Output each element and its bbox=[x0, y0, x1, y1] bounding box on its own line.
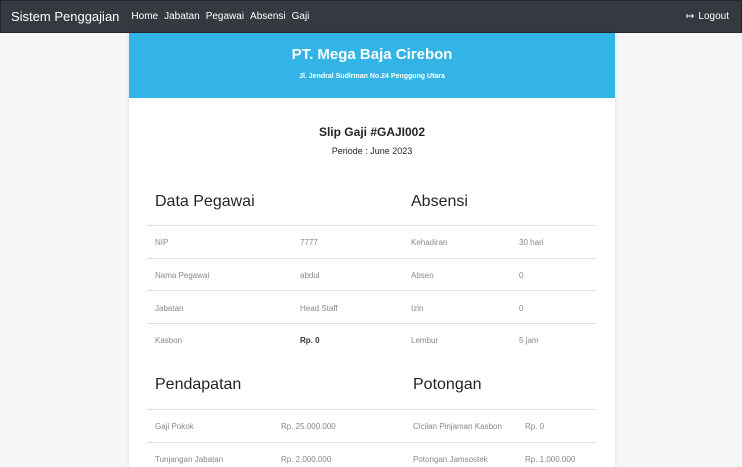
potongan-row-value: Rp. 0 bbox=[525, 422, 545, 431]
payslip-card: PT. Mega Baja Cirebon Jl. Jendral Sudirm… bbox=[129, 33, 615, 467]
divider bbox=[147, 290, 596, 291]
company-address: Jl. Jendral Sudirman No.24 Penggung Utar… bbox=[299, 73, 445, 80]
pegawai-row-label: Kasbon bbox=[155, 336, 183, 345]
nav-link-absensi[interactable]: Absensi bbox=[250, 11, 286, 22]
company-name: PT. Mega Baja Cirebon bbox=[291, 46, 453, 63]
logout-icon: ↦ bbox=[686, 11, 695, 22]
navbar: Sistem Penggajian Home Jabatan Pegawai A… bbox=[0, 0, 742, 33]
potongan-row-label: Potongan Jamsostek bbox=[413, 455, 488, 464]
pegawai-row-value: 7777 bbox=[300, 238, 318, 247]
logout-button[interactable]: ↦ Logout bbox=[686, 1, 729, 32]
divider bbox=[147, 442, 596, 443]
nav-link-pegawai[interactable]: Pegawai bbox=[206, 11, 244, 22]
divider bbox=[147, 409, 596, 410]
pendapatan-row-label: Gaji Pokok bbox=[155, 422, 194, 431]
nav-link-gaji[interactable]: Gaji bbox=[292, 11, 310, 22]
absensi-row-value: 0 bbox=[519, 304, 524, 313]
absensi-row-label: Absen bbox=[411, 271, 434, 280]
absensi-row-label: Kehadiran bbox=[411, 238, 448, 247]
potongan-row-value: Rp. 1.000.000 bbox=[525, 455, 576, 464]
pendapatan-row-label: Tunjangan Jabatan bbox=[155, 455, 224, 464]
pendapatan-row-value: Rp. 2.000.000 bbox=[281, 455, 332, 464]
slip-periode: Periode : June 2023 bbox=[331, 146, 413, 156]
pegawai-row-label: NIP bbox=[155, 238, 169, 247]
pegawai-row-value: abdul bbox=[300, 271, 320, 280]
potongan-row-label: Cicilan Pinjaman Kasbon bbox=[413, 422, 502, 431]
divider bbox=[147, 225, 596, 226]
pegawai-row-label: Jabatan bbox=[155, 304, 184, 313]
pegawai-row-value: Head Staff bbox=[300, 304, 338, 313]
nav-link-home[interactable]: Home bbox=[131, 11, 158, 22]
divider bbox=[147, 258, 596, 259]
logout-label: Logout bbox=[698, 11, 729, 22]
absensi-title: Absensi bbox=[411, 193, 468, 210]
absensi-row-value: 0 bbox=[519, 271, 524, 280]
slip-title: Slip Gaji #GAJI002 bbox=[318, 125, 426, 139]
navbar-brand[interactable]: Sistem Penggajian bbox=[11, 9, 119, 24]
absensi-row-label: Izin bbox=[411, 304, 424, 313]
pendapatan-row-value: Rp. 25.000.000 bbox=[281, 422, 336, 431]
divider bbox=[147, 323, 596, 324]
absensi-row-value: 30 hari bbox=[519, 238, 544, 247]
potongan-title: Potongan bbox=[413, 376, 482, 393]
absensi-row-label: Lembur bbox=[411, 336, 439, 345]
pendapatan-title: Pendapatan bbox=[155, 376, 242, 393]
kasbon-value: Rp. 0 bbox=[300, 336, 320, 345]
pegawai-row-label: Nama Pegawai bbox=[155, 271, 210, 280]
absensi-row-value: 5 jam bbox=[519, 336, 539, 345]
data-pegawai-title: Data Pegawai bbox=[155, 193, 255, 210]
nav-link-jabatan[interactable]: Jabatan bbox=[164, 11, 200, 22]
company-header: PT. Mega Baja Cirebon Jl. Jendral Sudirm… bbox=[129, 33, 615, 98]
